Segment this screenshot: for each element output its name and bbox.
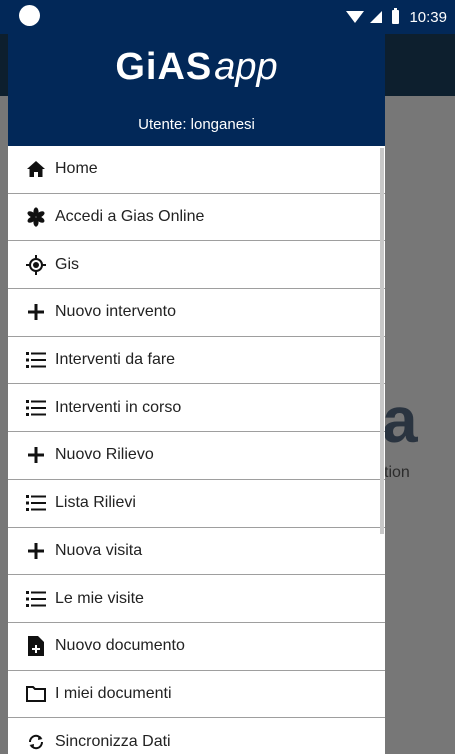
menu-item-label: Nuova visita [55,541,143,559]
status-time: 10:39 [409,8,447,26]
target-icon [25,254,47,276]
menu-item-label: Nuovo Rilievo [55,446,154,464]
menu-item-label: Gis [55,255,79,273]
app-logo: GiAS app [8,46,385,89]
menu-item-label: Nuovo intervento [55,303,176,321]
menu-item-gis[interactable]: Gis [8,241,385,290]
drawer-header: GiAS app Utente: longanesi [8,34,385,146]
menu-item-label: Sincronizza Dati [55,732,171,750]
plus-icon [25,444,47,466]
menu-item-label: Nuovo documento [55,637,185,655]
background-tagline: tion [384,464,410,481]
status-bar: 10:39 [0,0,455,34]
list-icon [25,397,47,419]
background-logo-letter: a [382,384,418,456]
drawer-scrollbar[interactable] [380,148,384,534]
menu-item-sincronizza-dati[interactable]: Sincronizza Dati [8,718,385,754]
plus-icon [25,540,47,562]
list-icon [25,588,47,610]
menu-item-interventi-in-corso[interactable]: Interventi in corso [8,384,385,433]
menu-item-label: I miei documenti [55,684,172,702]
brand-name: GiAS [115,46,213,88]
menu-item-home[interactable]: Home [8,146,385,194]
user-label: Utente: longanesi [138,116,255,133]
menu-item-lista-rilievi[interactable]: Lista Rilievi [8,480,385,528]
sync-icon [25,731,47,753]
list-icon [25,492,47,514]
gias-flower-icon [25,206,47,228]
folder-icon [25,683,47,705]
menu-item-label: Interventi da fare [55,351,176,369]
notification-dot-icon [19,5,40,26]
new-document-icon [25,635,47,657]
battery-icon [392,8,400,24]
menu-item-label: Le mie visite [55,589,144,607]
plus-icon [25,301,47,323]
wifi-icon [346,11,365,23]
status-icons: 10:39 [346,0,447,34]
navigation-drawer: GiAS app Utente: longanesi Home Accedi a… [8,34,385,754]
list-icon [25,349,47,371]
menu-item-interventi-da-fare[interactable]: Interventi da fare [8,337,385,385]
menu-item-label: Interventi in corso [55,398,182,416]
menu-item-nuovo-documento[interactable]: Nuovo documento [8,623,385,671]
drawer-menu: Home Accedi a Gias Online Gis Nuovo inte… [8,146,385,754]
menu-item-i-miei-documenti[interactable]: I miei documenti [8,671,385,719]
menu-item-label: Home [55,160,98,178]
menu-item-gias-online[interactable]: Accedi a Gias Online [8,194,385,242]
home-icon [25,158,47,180]
menu-item-nuovo-rilievo[interactable]: Nuovo Rilievo [8,432,385,480]
menu-item-nuova-visita[interactable]: Nuova visita [8,528,385,576]
menu-item-nuovo-intervento[interactable]: Nuovo intervento [8,289,385,337]
menu-item-le-mie-visite[interactable]: Le mie visite [8,575,385,623]
brand-suffix: app [214,46,278,88]
menu-item-label: Accedi a Gias Online [55,208,205,226]
menu-item-label: Lista Rilievi [55,494,136,512]
signal-icon [370,11,383,23]
